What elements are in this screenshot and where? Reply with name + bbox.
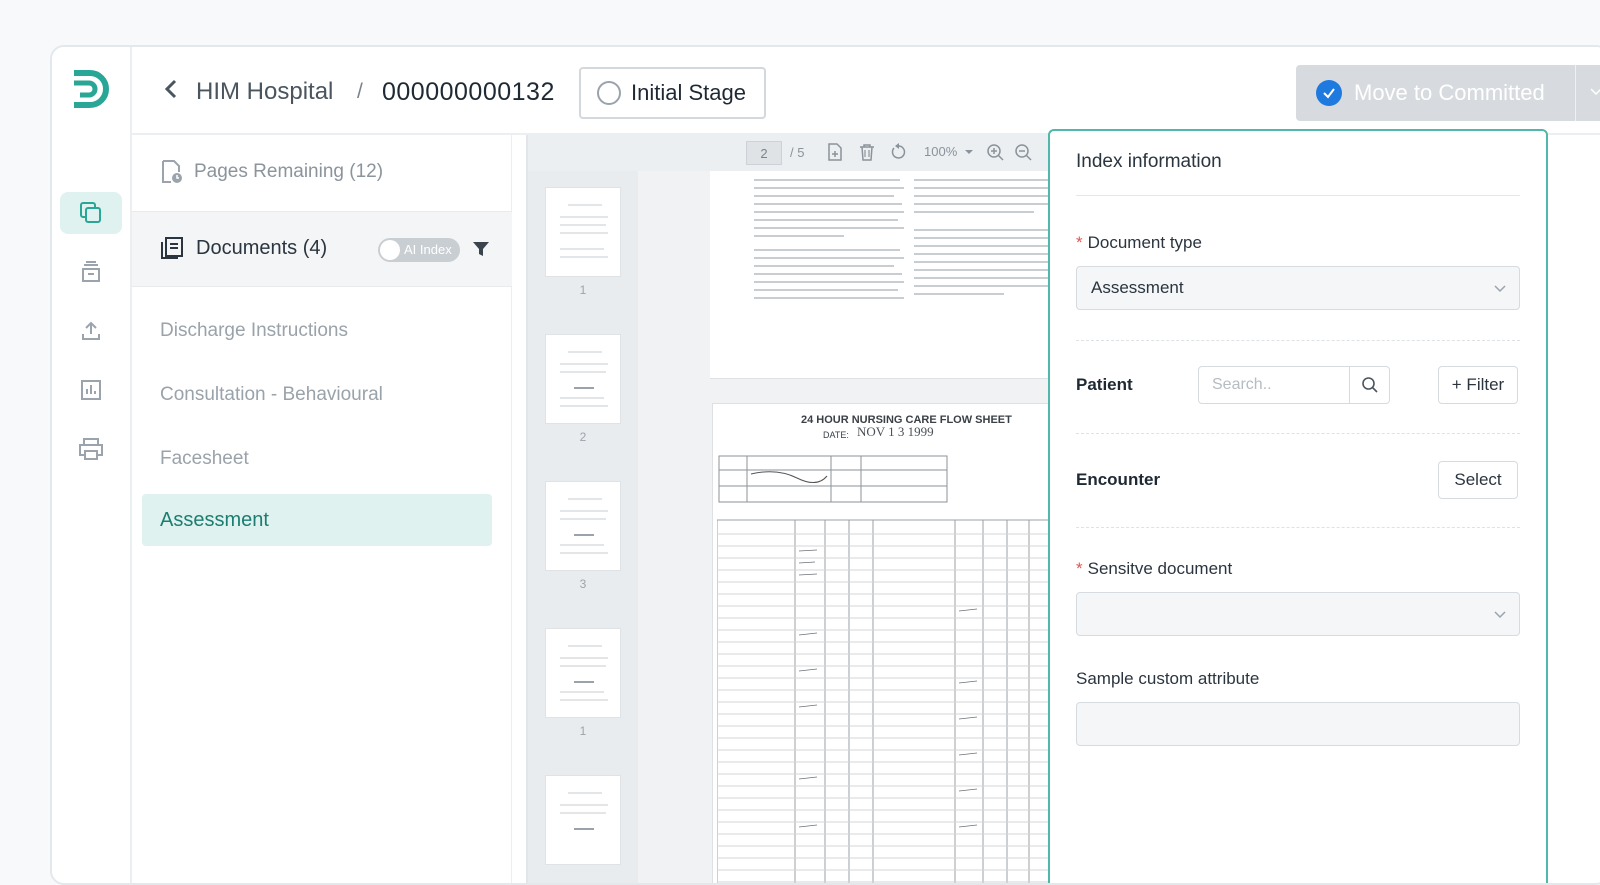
thumbnail-number: 1: [579, 724, 587, 738]
page-number-input[interactable]: 2: [746, 141, 782, 165]
index-panel-title: Index information: [1076, 151, 1222, 172]
toggle-knob: [380, 240, 400, 260]
delete-icon[interactable]: [858, 143, 876, 161]
document-type-label-text: Document type: [1087, 233, 1202, 252]
thumbnail-strip: 1 2 3 1: [528, 171, 638, 883]
nav-reports[interactable]: [60, 369, 122, 411]
thumbnail-number: 2: [579, 430, 587, 444]
move-to-committed-button[interactable]: Move to Committed: [1296, 65, 1600, 121]
page-total: / 5: [790, 145, 805, 160]
required-asterisk: *: [1076, 233, 1083, 252]
breadcrumb-separator: /: [357, 80, 363, 103]
flow-sheet-grid: [717, 455, 1048, 883]
ai-index-label: AI Index: [404, 242, 452, 257]
pages-remaining[interactable]: Pages Remaining (12): [160, 159, 383, 185]
encounter-label: Encounter: [1076, 470, 1161, 489]
zoom-level[interactable]: 100%: [924, 144, 957, 159]
upload-icon: [82, 321, 100, 340]
document-type-label: * Document type: [1076, 233, 1202, 253]
document-item-selected[interactable]: Assessment: [142, 494, 492, 546]
thumbnail-number: 3: [579, 577, 587, 591]
documents-icon: [80, 202, 101, 223]
printer-icon: [79, 438, 103, 460]
document-item[interactable]: Discharge Instructions: [142, 305, 492, 357]
ai-index-toggle[interactable]: AI Index: [378, 238, 460, 262]
stage-label: Initial Stage: [631, 80, 746, 105]
top-bar: HIM Hospital / 000000000132 Initial Stag…: [132, 47, 1600, 135]
document-type-value: Assessment: [1091, 278, 1184, 297]
patient-search: [1198, 366, 1390, 404]
commit-label: Move to Committed: [1354, 80, 1545, 105]
document-viewer: 2 / 5 100% 1 2 3 1 24 HOUR NURSING CARE …: [526, 135, 1048, 883]
divider: [1076, 195, 1520, 196]
pages-remaining-label: Pages Remaining (12): [194, 161, 384, 182]
custom-attribute-input[interactable]: [1076, 702, 1520, 746]
commit-split-divider: [1575, 65, 1576, 121]
sensitive-document-label-text: Sensitve document: [1087, 559, 1233, 578]
divider: [1076, 527, 1520, 528]
chevron-down-icon: [1494, 285, 1506, 293]
chevron-down-icon: [1494, 611, 1506, 619]
document-page-1: [710, 171, 1048, 379]
patient-label: Patient: [1076, 375, 1133, 394]
search-button[interactable]: [1349, 367, 1389, 403]
required-asterisk: *: [1076, 559, 1083, 578]
breadcrumb-hospital[interactable]: HIM Hospital: [196, 78, 333, 106]
page-thumbnail[interactable]: [545, 481, 621, 571]
document-item[interactable]: Facesheet: [142, 433, 492, 485]
back-chevron-icon[interactable]: [160, 77, 184, 101]
rotate-icon[interactable]: [890, 143, 908, 161]
document-page-2: 24 HOUR NURSING CARE FLOW SHEET DATE: NO…: [712, 403, 1048, 883]
nav-archive[interactable]: [60, 251, 122, 293]
sensitive-document-label: * Sensitve document: [1076, 559, 1232, 579]
add-page-icon[interactable]: [826, 143, 844, 161]
nav-rail: [52, 47, 132, 883]
archive-icon: [82, 261, 100, 282]
page-thumbnail[interactable]: [545, 187, 621, 277]
custom-attribute-label: Sample custom attribute: [1076, 669, 1260, 688]
checkmark-icon: [1316, 80, 1342, 106]
nav-documents[interactable]: [60, 192, 122, 234]
stage-button[interactable]: Initial Stage: [579, 67, 766, 119]
zoom-out-icon[interactable]: [1014, 143, 1032, 161]
nav-print[interactable]: [60, 428, 122, 470]
documents-title-label: Documents (4): [196, 236, 328, 259]
document-type-select[interactable]: Assessment: [1076, 266, 1520, 310]
stage-circle-icon: [597, 81, 621, 105]
zoom-dropdown-icon[interactable]: [964, 143, 974, 161]
divider: [1076, 433, 1520, 434]
sensitive-document-select[interactable]: [1076, 592, 1520, 636]
report-chart-icon: [81, 380, 101, 400]
page-thumbnail[interactable]: [545, 334, 621, 424]
index-information-panel: Index information * Document type Assessm…: [1048, 129, 1548, 883]
patient-search-input[interactable]: [1199, 367, 1349, 403]
documents-panel: Pages Remaining (12) Documents (4) AI In…: [132, 135, 512, 883]
brand-logo: [74, 70, 109, 108]
search-icon: [1361, 377, 1378, 393]
zoom-in-icon[interactable]: [986, 143, 1004, 161]
breadcrumb-record-id: 000000000132: [382, 78, 555, 106]
encounter-select-button[interactable]: Select: [1438, 461, 1518, 499]
page-clock-icon: [162, 160, 182, 183]
viewer-toolbar: 2 / 5 100%: [528, 135, 1048, 171]
filter-funnel-icon[interactable]: [472, 240, 490, 258]
page2-date-value: NOV 1 3 1999: [857, 424, 934, 439]
app-window: HIM Hospital / 000000000132 Initial Stag…: [50, 45, 1600, 885]
page2-date-label: DATE:: [823, 430, 849, 440]
documents-header: Documents (4) AI Index: [132, 211, 512, 287]
thumbnail-number: 1: [579, 283, 587, 297]
document-item[interactable]: Consultation - Behavioural: [142, 369, 492, 421]
filter-button[interactable]: + Filter: [1438, 366, 1518, 404]
document-list-icon: [161, 237, 183, 259]
divider: [1076, 340, 1520, 341]
page-thumbnail[interactable]: [545, 628, 621, 718]
documents-title[interactable]: Documents (4): [160, 236, 327, 260]
page-thumbnail[interactable]: [545, 775, 621, 865]
chevron-down-icon[interactable]: [1588, 83, 1600, 99]
nav-upload[interactable]: [60, 310, 122, 352]
